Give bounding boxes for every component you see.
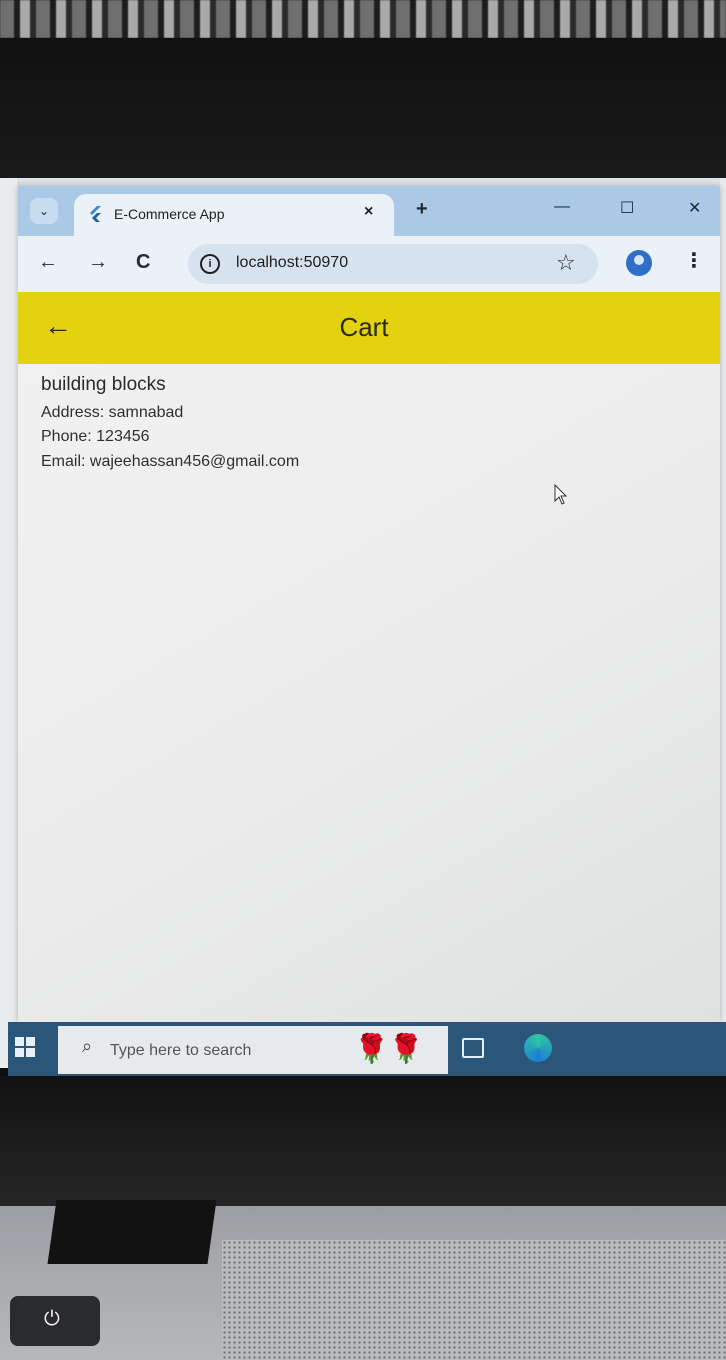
speaker-grille xyxy=(222,1240,726,1360)
background-window-edge-right xyxy=(720,178,726,1068)
back-icon[interactable]: ← xyxy=(38,251,58,274)
menu-icon[interactable]: ⋮ xyxy=(684,248,704,273)
app-bar: ← Cart xyxy=(18,292,720,364)
tab-ecommerce-app[interactable]: E-Commerce App × xyxy=(74,194,394,236)
search-icon: ⌕ xyxy=(82,1036,93,1056)
windows-start-icon[interactable] xyxy=(14,1036,36,1058)
profile-icon[interactable] xyxy=(626,250,652,276)
page-title: Cart xyxy=(339,312,389,342)
taskbar-search-box[interactable]: ⌕ Type here to search 🌹🌹 xyxy=(58,1026,448,1074)
flower-image: 🌹🌹 xyxy=(354,1033,424,1064)
taskbar: ⌕ Type here to search 🌹🌹 xyxy=(8,1022,726,1076)
address-bar[interactable]: i localhost:50970 ☆ xyxy=(188,244,598,284)
background-pattern xyxy=(0,0,726,38)
close-window-button[interactable]: ✕ xyxy=(688,198,701,218)
flutter-icon xyxy=(90,206,101,222)
tab-title: E-Commerce App xyxy=(114,206,225,222)
tab-close-icon[interactable]: × xyxy=(364,203,373,221)
info-icon[interactable]: i xyxy=(200,254,220,274)
tab-bar: ⌄ E-Commerce App × + — ☐ ✕ xyxy=(18,186,720,236)
url-text[interactable]: localhost:50970 xyxy=(236,254,348,272)
shop-address: Address: samnabad xyxy=(41,404,184,421)
laptop-bezel-top xyxy=(0,38,726,178)
browser-window: ⌄ E-Commerce App × + — ☐ ✕ ← → C i local… xyxy=(18,186,720,1022)
new-tab-button[interactable]: + xyxy=(416,198,428,221)
maximize-button[interactable]: ☐ xyxy=(620,198,634,218)
reload-icon[interactable]: C xyxy=(136,251,150,274)
search-placeholder: Type here to search xyxy=(110,1042,252,1059)
background-window-edge xyxy=(0,178,19,1068)
shop-email: Email: wajeehassan456@gmail.com xyxy=(41,453,300,470)
browser-toolbar: ← → C i localhost:50970 ☆ ⋮ xyxy=(18,236,720,292)
mouse-cursor xyxy=(554,484,568,505)
power-button[interactable]: ⏻ xyxy=(10,1296,100,1346)
cart-content: building blocks Address: samnabad Phone:… xyxy=(18,364,720,1022)
laptop-bezel-bottom xyxy=(0,1076,726,1206)
edge-icon[interactable] xyxy=(524,1034,552,1062)
forward-icon[interactable]: → xyxy=(88,251,108,274)
shop-name: building blocks xyxy=(41,374,166,395)
shop-phone: Phone: 123456 xyxy=(41,428,150,445)
minimize-button[interactable]: — xyxy=(554,198,570,216)
laptop-hinge xyxy=(47,1200,217,1264)
task-view-icon[interactable] xyxy=(462,1038,484,1058)
tab-search-icon[interactable]: ⌄ xyxy=(30,198,58,224)
power-icon: ⏻ xyxy=(44,1308,60,1330)
star-icon[interactable]: ☆ xyxy=(556,250,576,276)
